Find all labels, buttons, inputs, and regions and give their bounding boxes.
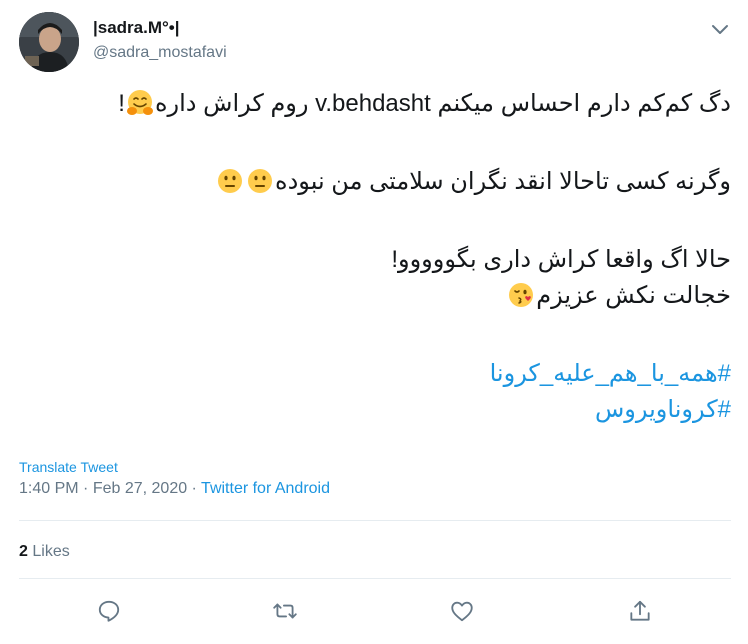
likes-count[interactable]: 2 Likes [19,543,70,561]
tweet-source-link[interactable]: Twitter for Android [201,480,330,497]
tweet-text: دگ کم‌کم دارم احساس میکنم v.behdasht روم… [19,86,731,320]
divider [19,578,731,579]
tweet-card: |sadra.M°•| @sadra_mostafavi دگ کم‌کم دا… [0,0,748,644]
like-icon[interactable] [449,598,475,624]
tweet-paragraph-3: حالا اگ واقعا کراش داری بگووووو! خجالت ن… [19,242,731,320]
divider [19,520,731,521]
tweet-line-1-end: ! [118,90,125,117]
hashtag-list: #همه_با_هم_علیه_کرونا #کروناویروس [19,356,731,428]
share-icon[interactable] [627,598,653,624]
tweet-line-4: خجالت نکش عزیزم [536,282,731,309]
author-handle[interactable]: @sadra_mostafavi [93,44,227,62]
likes-number: 2 [19,543,28,560]
translate-tweet-link[interactable]: Translate Tweet [19,459,118,475]
chevron-down-icon[interactable] [708,18,732,42]
reply-icon[interactable] [96,598,122,624]
hugging-face-icon [126,89,154,128]
neutral-face-icon [246,167,274,206]
tweet-paragraph-2: وگرنه کسی تاحالا انقد نگران سلامتی من نب… [19,164,731,206]
tweet-line-3: حالا اگ واقعا کراش داری بگووووو! [391,246,731,273]
tweet-time[interactable]: 1:40 PM [19,480,79,497]
author-name[interactable]: |sadra.M°•| [93,18,180,38]
tweet-paragraph-1: دگ کم‌کم دارم احساس میکنم v.behdasht روم… [19,86,731,128]
likes-label: Likes [32,543,70,560]
retweet-icon[interactable] [272,598,298,624]
hashtag-link[interactable]: #کروناویروس [19,392,731,428]
tweet-line-1: دگ کم‌کم دارم احساس میکنم v.behdasht روم… [154,90,731,117]
neutral-face-icon [216,167,244,206]
hashtag-link[interactable]: #همه_با_هم_علیه_کرونا [19,356,731,392]
tweet-timestamp: 1:40 PM · Feb 27, 2020 · Twitter for And… [19,480,330,498]
tweet-line-2: وگرنه کسی تاحالا انقد نگران سلامتی من نب… [275,168,731,195]
avatar[interactable] [19,12,79,72]
meta-separator: · [78,480,93,497]
tweet-date[interactable]: Feb 27, 2020 [93,480,187,497]
face-blowing-kiss-icon [507,281,535,320]
meta-separator: · [187,480,202,497]
